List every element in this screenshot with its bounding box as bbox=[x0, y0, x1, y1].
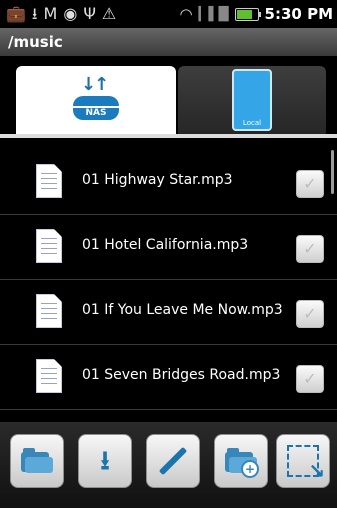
warning-icon: ⚠ bbox=[101, 4, 117, 23]
folder-open-icon bbox=[21, 448, 53, 474]
check-icon: ✓ bbox=[303, 304, 317, 323]
file-checkbox[interactable]: ✓ bbox=[296, 365, 324, 393]
phone-icon: Local bbox=[232, 69, 272, 131]
rename-button[interactable] bbox=[146, 434, 200, 488]
tab-local[interactable]: Local bbox=[178, 66, 326, 134]
check-icon: ✓ bbox=[303, 239, 317, 258]
file-name: 01 Seven Bridges Road.mp3 bbox=[82, 367, 281, 383]
folder-add-icon: + bbox=[225, 448, 259, 478]
file-checkbox[interactable]: ✓ bbox=[296, 235, 324, 263]
download-icon: ⭳ bbox=[100, 446, 110, 476]
tab-underline bbox=[0, 134, 337, 138]
check-icon: ✓ bbox=[303, 174, 317, 193]
list-item[interactable]: 01 Seven Bridges Road.mp3 ✓ bbox=[0, 345, 337, 410]
status-time: 5:30 PM bbox=[264, 5, 333, 23]
document-icon bbox=[36, 164, 62, 198]
select-icon: ↘ bbox=[287, 445, 325, 483]
bottom-toolbar: ⭳ + ↘ bbox=[0, 422, 337, 508]
list-item[interactable]: 01 Hotel California.mp3 ✓ bbox=[0, 215, 337, 280]
download-icon: ⭳ bbox=[31, 4, 38, 23]
nas-icon: ↓↑ NAS bbox=[66, 74, 126, 126]
file-name: 01 Hotel California.mp3 bbox=[82, 237, 249, 253]
current-path: /music bbox=[8, 33, 63, 51]
list-item[interactable]: 01 If You Leave Me Now.mp3 ✓ bbox=[0, 280, 337, 345]
file-checkbox[interactable]: ✓ bbox=[296, 170, 324, 198]
pencil-icon bbox=[158, 446, 188, 476]
status-bar: 💼 ⭳ M ◉ Ψ ⚠ ◠ ▎▌█ 5:30 PM bbox=[0, 0, 337, 28]
list-item[interactable]: 01 Highway Star.mp3 ✓ bbox=[0, 150, 337, 215]
signal-icon: ▎▌█ bbox=[198, 6, 229, 22]
tab-nas[interactable]: ↓↑ NAS bbox=[16, 66, 176, 134]
battery-icon bbox=[234, 7, 261, 21]
briefcase-icon: 💼 bbox=[6, 4, 26, 23]
check-icon: ✓ bbox=[303, 369, 317, 388]
file-name: 01 If You Leave Me Now.mp3 bbox=[82, 302, 283, 318]
file-name: 01 Highway Star.mp3 bbox=[82, 172, 233, 188]
gmail-icon: M bbox=[43, 4, 58, 23]
select-button[interactable]: ↘ bbox=[276, 434, 330, 488]
file-list[interactable]: 01 Highway Star.mp3 ✓ 01 Hotel Californi… bbox=[0, 150, 337, 422]
list-scrollbar[interactable] bbox=[331, 150, 334, 194]
usb-icon: Ψ bbox=[83, 4, 96, 23]
location-icon: ◉ bbox=[63, 4, 78, 23]
document-icon bbox=[36, 229, 62, 263]
wifi-icon: ◠ bbox=[179, 5, 193, 23]
open-folder-button[interactable] bbox=[10, 434, 64, 488]
source-tabs: ↓↑ NAS Local bbox=[0, 56, 337, 138]
document-icon bbox=[36, 359, 62, 393]
document-icon bbox=[36, 294, 62, 328]
path-bar: /music bbox=[0, 28, 337, 57]
notification-icons: 💼 ⭳ M ◉ Ψ ⚠ bbox=[0, 0, 116, 28]
download-button[interactable]: ⭳ bbox=[78, 434, 132, 488]
new-folder-button[interactable]: + bbox=[214, 434, 268, 488]
file-checkbox[interactable]: ✓ bbox=[296, 300, 324, 328]
status-right: ◠ ▎▌█ 5:30 PM bbox=[179, 0, 333, 28]
